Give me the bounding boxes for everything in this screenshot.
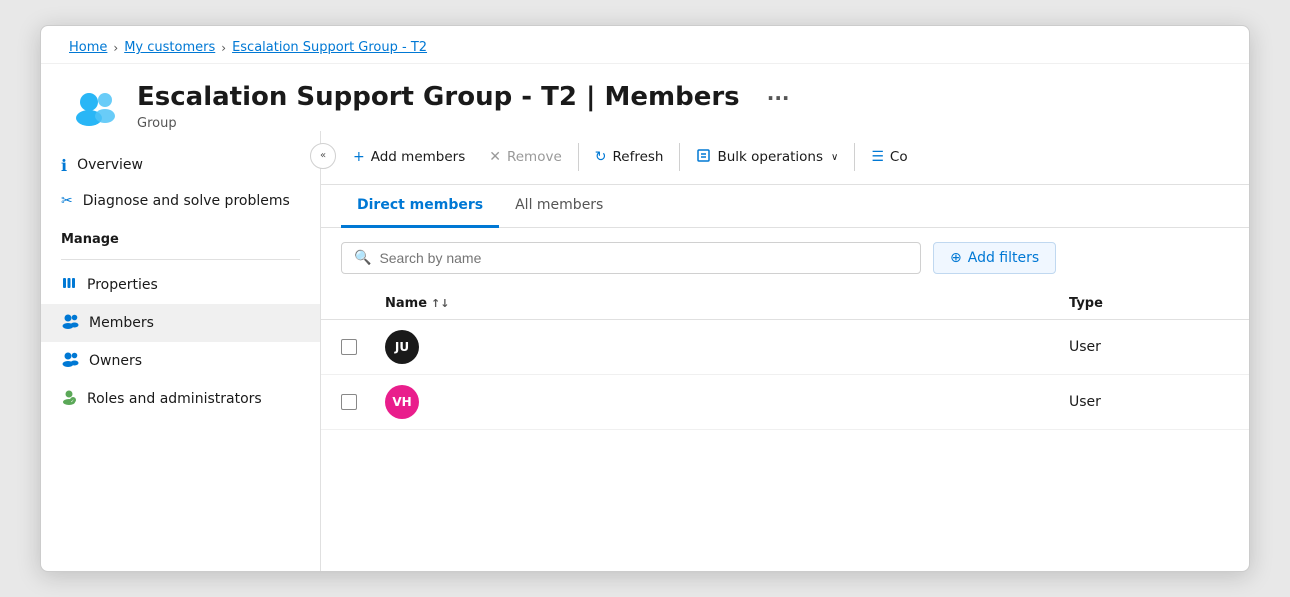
- type-column-header: Type: [1069, 296, 1229, 311]
- sidebar-item-roles[interactable]: ✓ Roles and administrators: [41, 380, 320, 418]
- columns-button[interactable]: ☰ Co: [859, 142, 919, 172]
- breadcrumb-home[interactable]: Home: [69, 40, 107, 55]
- avatar-ju: JU: [385, 330, 419, 364]
- remove-icon: ✕: [489, 149, 501, 165]
- name-column-header[interactable]: Name ↑↓: [385, 296, 1025, 311]
- toolbar-divider-2: [679, 143, 680, 171]
- toolbar-divider-1: [578, 143, 579, 171]
- cell-name-vh: VH: [385, 385, 1025, 419]
- checkbox-ju[interactable]: [341, 339, 357, 355]
- bulk-icon: [696, 148, 711, 167]
- search-input[interactable]: [379, 250, 908, 266]
- sort-arrows-icon: ↑↓: [431, 297, 449, 310]
- add-filters-button[interactable]: ⊕ Add filters: [933, 242, 1056, 274]
- sidebar-item-label: Roles and administrators: [87, 391, 262, 407]
- breadcrumb: Home › My customers › Escalation Support…: [41, 26, 1249, 64]
- members-table: Name ↑↓ Type JU: [321, 288, 1249, 571]
- bulk-operations-label: Bulk operations: [717, 149, 823, 165]
- row-checkbox[interactable]: [341, 339, 385, 355]
- sidebar: « ℹ Overview ✂ Diagnose and solve proble…: [41, 131, 321, 571]
- avatar-vh: VH: [385, 385, 419, 419]
- page-title: Escalation Support Group - T2 | Members …: [137, 82, 796, 113]
- main-layout: « ℹ Overview ✂ Diagnose and solve proble…: [41, 131, 1249, 571]
- table-header: Name ↑↓ Type: [321, 288, 1249, 320]
- tab-all-members[interactable]: All members: [499, 185, 619, 228]
- sidebar-item-overview[interactable]: ℹ Overview: [41, 147, 320, 184]
- checkbox-vh[interactable]: [341, 394, 357, 410]
- tab-direct-members[interactable]: Direct members: [341, 185, 499, 228]
- bulk-dropdown-arrow: ∨: [831, 152, 838, 163]
- sidebar-item-label: Properties: [87, 277, 158, 293]
- breadcrumb-current[interactable]: Escalation Support Group - T2: [232, 40, 427, 55]
- svg-text:✓: ✓: [71, 399, 75, 404]
- type-vh: User: [1069, 394, 1229, 410]
- more-options-button[interactable]: ···: [761, 84, 796, 112]
- group-subtitle: Group: [137, 116, 796, 131]
- remove-button[interactable]: ✕ Remove: [477, 142, 574, 172]
- add-icon: +: [353, 149, 365, 165]
- sidebar-item-properties[interactable]: Properties: [41, 266, 320, 304]
- refresh-button[interactable]: ↻ Refresh: [583, 142, 676, 172]
- refresh-label: Refresh: [613, 149, 664, 165]
- sidebar-item-diagnose[interactable]: ✂ Diagnose and solve problems: [41, 184, 320, 218]
- breadcrumb-sep2: ›: [221, 41, 226, 55]
- sidebar-divider: [61, 259, 300, 260]
- sidebar-item-label: Diagnose and solve problems: [83, 193, 290, 209]
- toolbar-divider-3: [854, 143, 855, 171]
- sidebar-item-label: Members: [89, 315, 154, 331]
- filter-label: Add filters: [968, 250, 1039, 266]
- info-icon: ℹ: [61, 156, 67, 175]
- content-area: + Add members ✕ Remove ↻ Refresh: [321, 131, 1249, 571]
- members-icon: [61, 313, 79, 333]
- sidebar-item-members[interactable]: Members: [41, 304, 320, 342]
- header-text: Escalation Support Group - T2 | Members …: [137, 82, 796, 130]
- add-members-label: Add members: [371, 149, 466, 165]
- properties-icon: [61, 275, 77, 295]
- sidebar-collapse-button[interactable]: «: [310, 143, 336, 169]
- table-row: VH User: [321, 375, 1249, 430]
- breadcrumb-my-customers[interactable]: My customers: [124, 40, 215, 55]
- columns-label: Co: [890, 149, 908, 165]
- breadcrumb-sep1: ›: [113, 41, 118, 55]
- main-window: Home › My customers › Escalation Support…: [40, 25, 1250, 571]
- sidebar-item-label: Overview: [77, 157, 143, 173]
- filter-icon: ⊕: [950, 250, 962, 266]
- remove-label: Remove: [507, 149, 562, 165]
- columns-icon: ☰: [871, 149, 884, 165]
- group-icon: [69, 86, 121, 128]
- add-members-button[interactable]: + Add members: [341, 142, 477, 172]
- header-checkbox-col: [341, 296, 385, 311]
- sidebar-item-label: Owners: [89, 353, 142, 369]
- refresh-icon: ↻: [595, 149, 607, 165]
- sidebar-item-owners[interactable]: Owners: [41, 342, 320, 380]
- search-box[interactable]: 🔍: [341, 242, 921, 274]
- type-ju: User: [1069, 339, 1229, 355]
- tools-icon: ✂: [61, 193, 73, 209]
- search-area: 🔍 ⊕ Add filters: [321, 228, 1249, 288]
- toolbar: + Add members ✕ Remove ↻ Refresh: [321, 131, 1249, 185]
- spacer-col: [1025, 296, 1069, 311]
- bulk-operations-button[interactable]: Bulk operations ∨: [684, 141, 850, 174]
- owners-icon: [61, 351, 79, 371]
- page-header: Escalation Support Group - T2 | Members …: [41, 64, 1249, 130]
- tabs-bar: Direct members All members: [321, 185, 1249, 228]
- row-checkbox[interactable]: [341, 394, 385, 410]
- cell-name-ju: JU: [385, 330, 1025, 364]
- manage-section-label: Manage: [41, 218, 320, 253]
- roles-icon: ✓: [61, 389, 77, 409]
- table-row: JU User: [321, 320, 1249, 375]
- search-icon: 🔍: [354, 250, 371, 266]
